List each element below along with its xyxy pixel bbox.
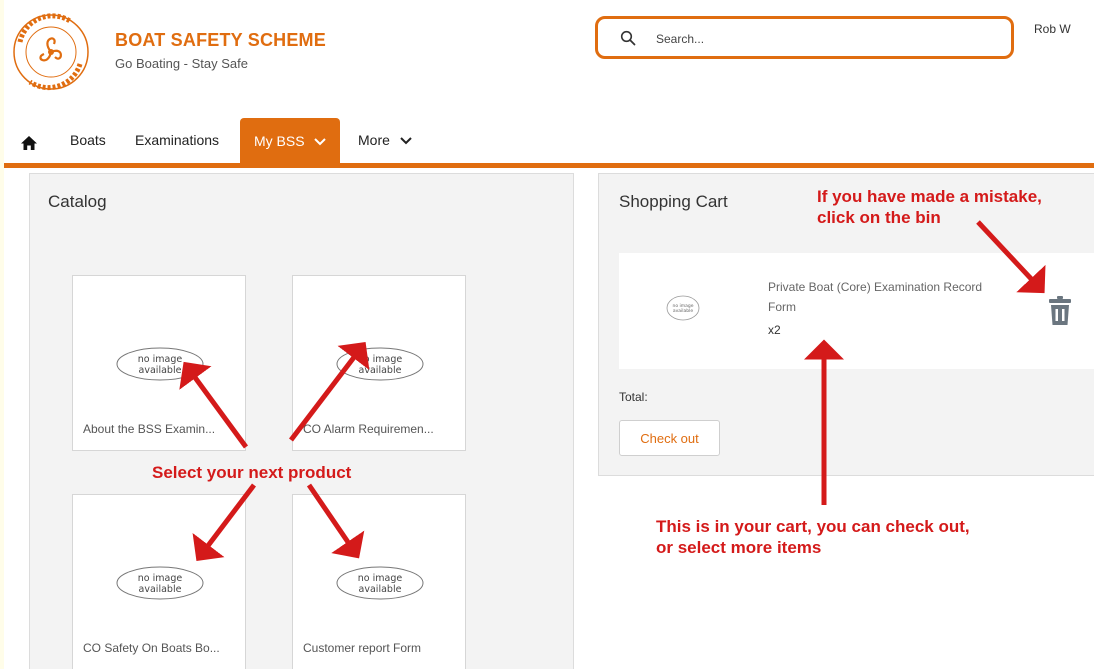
no-image-line2: available [139,584,182,595]
user-menu[interactable]: Rob W [1034,22,1071,36]
search-box[interactable] [595,16,1014,59]
product-card[interactable]: no image available CO Alarm Requiremen..… [292,275,466,451]
no-image-line1: no image [358,573,403,584]
cart-item: no image available Private Boat (Core) E… [619,253,1094,369]
cart-title: Shopping Cart [619,192,728,211]
no-image-placeholder: no image available [116,566,204,600]
annotation-mistake: If you have made a mistake, click on the… [817,186,1042,228]
checkout-button[interactable]: Check out [619,420,720,456]
app-window: BOAT SAFETY SCHEME Go Boating - Stay Saf… [4,0,1094,669]
chevron-down-icon [314,138,327,146]
home-icon[interactable] [20,134,38,152]
product-card[interactable]: no image available CO Safety On Boats Bo… [72,494,246,669]
search-icon [620,30,636,46]
nav-item-boats[interactable]: Boats [70,132,106,148]
annotation-in-cart-line2: or select more items [656,538,822,557]
no-image-placeholder: no image available [116,347,204,381]
no-image-line1: no image [358,354,403,365]
cart-item-name[interactable]: Private Boat (Core) Examination Record F… [768,277,988,317]
main-nav: Boats Examinations My BSS More [4,118,1094,164]
product-card[interactable]: no image available Customer report Form [292,494,466,669]
annotation-in-cart: This is in your cart, you can check out,… [656,516,970,558]
nav-item-examinations[interactable]: Examinations [135,132,219,148]
no-image-line2: available [359,365,402,376]
nav-item-my-bss-label: My BSS [254,133,305,149]
product-label: About the BSS Examin... [83,422,216,436]
brand-tagline: Go Boating - Stay Safe [115,56,248,71]
cart-total-label: Total: [619,390,648,404]
no-image-line1: no image [138,573,183,584]
trash-icon[interactable] [1049,296,1071,326]
product-label: CO Safety On Boats Bo... [83,641,220,655]
chevron-down-icon [400,137,412,145]
catalog-panel: Catalog no image available About the BSS… [29,173,574,669]
product-label: Customer report Form [303,641,422,655]
nav-item-more-label: More [358,132,390,148]
nav-item-my-bss[interactable]: My BSS [240,118,341,164]
logo-icon[interactable] [10,12,92,92]
catalog-title: Catalog [48,192,107,211]
annotation-mistake-line1: If you have made a mistake, [817,187,1042,206]
thumb-line2: available [673,308,694,314]
no-image-line2: available [359,584,402,595]
cart-item-thumbnail: no image available [666,295,700,321]
brand-title: BOAT SAFETY SCHEME [115,30,326,50]
nav-item-more[interactable]: More [358,132,412,148]
nav-underline [4,163,1094,168]
annotation-in-cart-line1: This is in your cart, you can check out, [656,517,970,536]
no-image-line2: available [139,365,182,376]
product-label: CO Alarm Requiremen... [303,422,434,436]
cart-item-quantity: x2 [768,323,781,337]
annotation-select-product: Select your next product [152,463,352,482]
annotation-mistake-line2: click on the bin [817,208,941,227]
search-input[interactable] [654,27,988,51]
product-card[interactable]: no image available About the BSS Examin.… [72,275,246,451]
no-image-placeholder: no image available [336,347,424,381]
no-image-line1: no image [138,354,183,365]
no-image-placeholder: no image available [336,566,424,600]
